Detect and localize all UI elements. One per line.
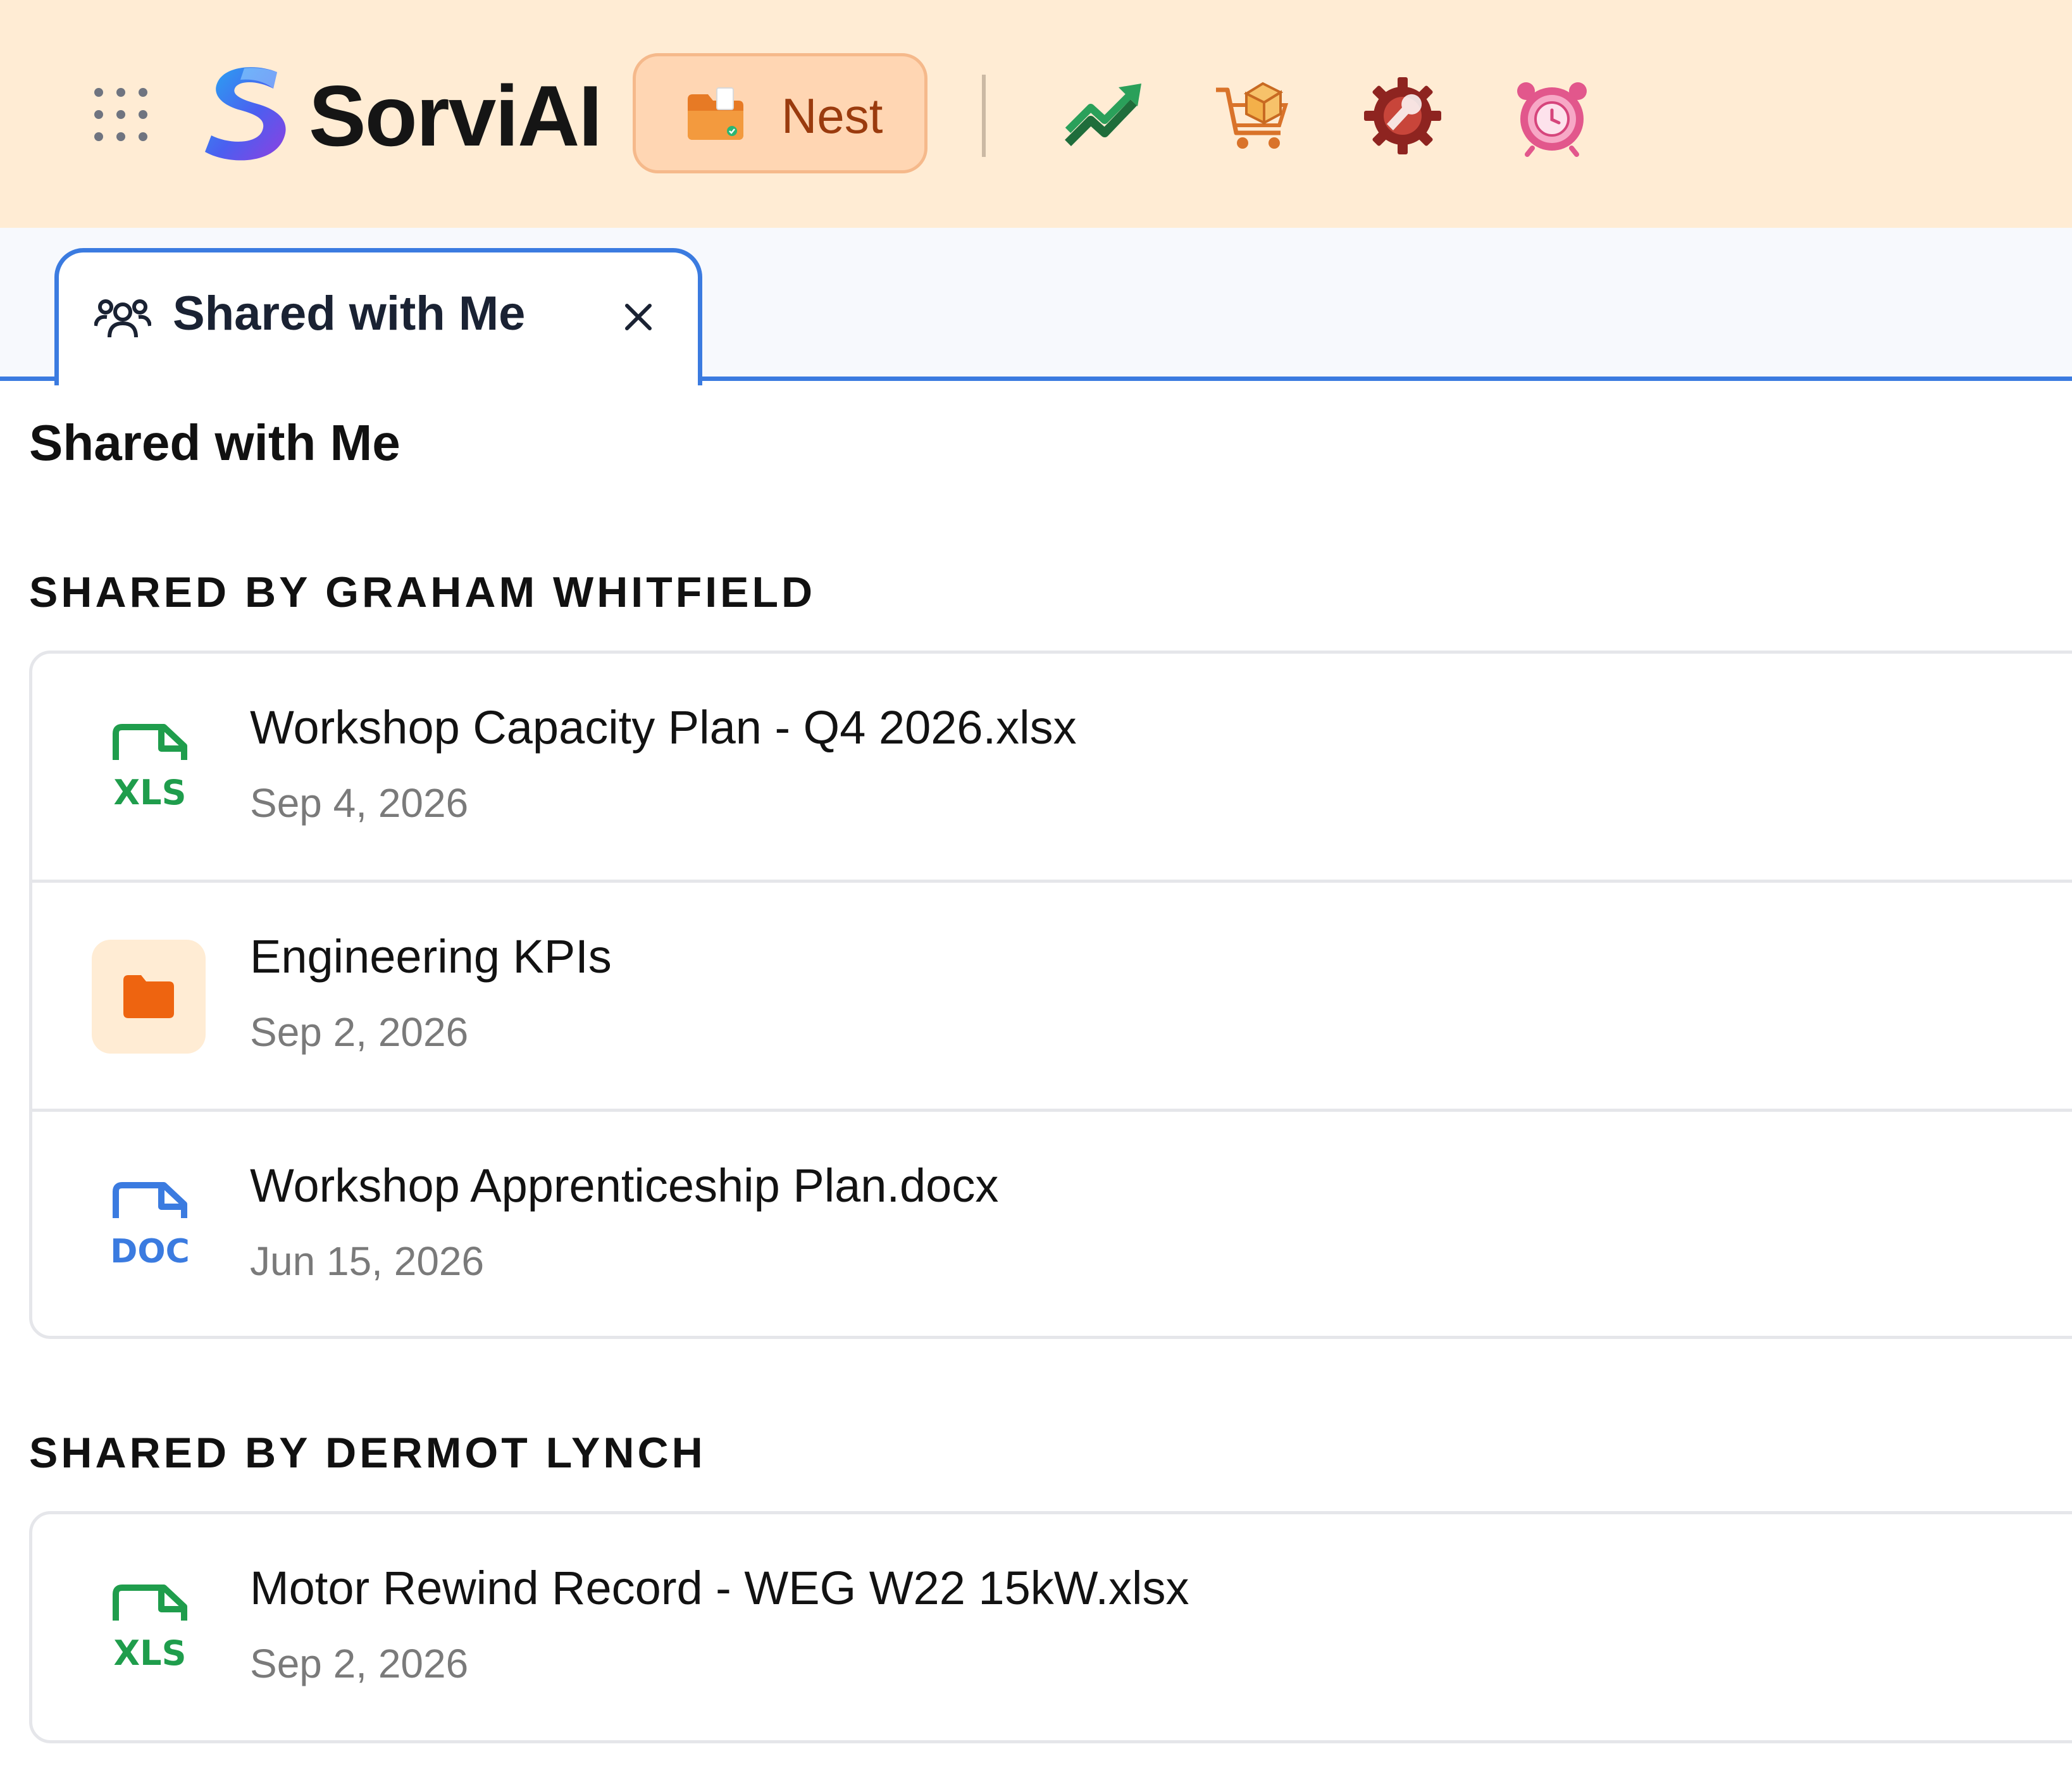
folder-icon [123,975,174,1018]
item-date: Sep 2, 2026 [250,1641,469,1686]
shared-items-list: XLS Workshop Capacity Plan - Q4 2026.xls… [29,651,2072,1339]
trending-chart-icon[interactable] [1063,75,1145,157]
list-item[interactable]: Engineering KPIs Sep 2, 2026 [32,883,2072,1112]
item-date: Sep 4, 2026 [250,780,469,826]
tab-label: Shared with Me [173,287,526,340]
header-divider [982,75,986,157]
item-date: Jun 15, 2026 [250,1238,485,1284]
shared-items-list: XLS Motor Rewind Record - WEG W22 15kW.x… [29,1511,2072,1743]
users-icon [94,299,151,338]
doc-file-icon: DOC [110,1182,190,1271]
group-heading: SHARED BY DERMOT LYNCH [29,1429,706,1477]
group-heading: SHARED BY GRAHAM WHITFIELD [29,568,816,616]
item-name: Workshop Capacity Plan - Q4 2026.xlsx [250,701,1077,754]
tab-shared-with-me[interactable]: Shared with Me [54,248,702,385]
item-name: Engineering KPIs [250,930,612,983]
brand-name: SorviAI [309,68,602,164]
shopping-cart-box-icon[interactable] [1212,75,1294,157]
top-header: SorviAI Nest [0,0,2072,228]
sorviai-logo-icon[interactable] [196,61,297,168]
gear-wrench-icon[interactable] [1362,75,1444,157]
xls-file-icon: XLS [113,724,187,813]
nest-app-button[interactable]: Nest [633,53,927,173]
xls-badge-text: XLS [114,1633,187,1673]
item-date: Sep 2, 2026 [250,1009,469,1055]
page-title: Shared with Me [29,414,400,471]
item-name: Workshop Apprenticeship Plan.docx [250,1159,999,1212]
close-icon[interactable] [621,299,656,335]
apps-grid-icon[interactable] [94,87,148,142]
item-name: Motor Rewind Record - WEG W22 15kW.xlsx [250,1562,1189,1614]
list-item[interactable]: XLS Motor Rewind Record - WEG W22 15kW.x… [32,1514,2072,1740]
xls-badge-text: XLS [114,773,187,813]
alarm-clock-icon[interactable] [1511,75,1593,157]
list-item[interactable]: DOC Workshop Apprenticeship Plan.docx Ju… [32,1112,2072,1336]
folder-icon [688,87,743,140]
nest-label: Nest [781,88,883,144]
doc-badge-text: DOC [110,1233,190,1271]
xls-file-icon: XLS [113,1585,187,1673]
folder-tile [92,940,206,1054]
list-item[interactable]: XLS Workshop Capacity Plan - Q4 2026.xls… [32,654,2072,883]
